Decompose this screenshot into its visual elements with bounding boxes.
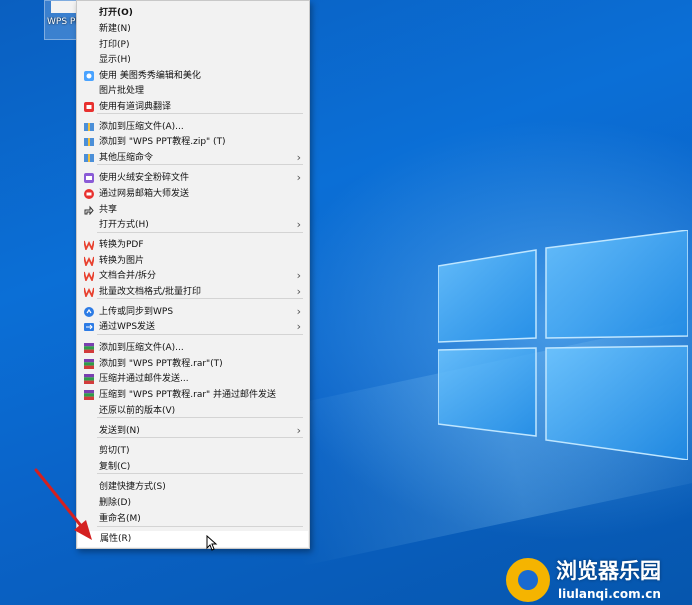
watermark-title: 浏览器乐园 [556, 559, 661, 583]
menu-item[interactable]: 使用 美图秀秀编辑和美化 [77, 68, 309, 84]
menu-item[interactable]: 创建快捷方式(S) [77, 479, 309, 495]
menu-item[interactable]: 打开方式(H) › [77, 217, 309, 233]
menu-item-label: 压缩并通过邮件发送... [99, 374, 189, 384]
menu-item[interactable]: 压缩并通过邮件发送... [77, 371, 309, 387]
menu-item-label: 文档合并/拆分 [99, 271, 157, 281]
menu-item-label: 剪切(T) [99, 446, 130, 456]
wps-send-icon [84, 323, 94, 331]
menu-item[interactable]: 显示(H) [77, 52, 309, 68]
menu-item-label: 打开方式(H) [99, 220, 149, 230]
menu-separator [97, 526, 303, 527]
menu-separator [97, 417, 303, 418]
menu-item-label: 打印(P) [99, 40, 130, 50]
winrar-icon [84, 359, 94, 369]
share-icon [84, 205, 94, 215]
chevron-right-icon: › [296, 320, 301, 333]
wps-icon [84, 256, 94, 266]
menu-item-label: 创建快捷方式(S) [99, 482, 166, 492]
menu-item-label: 转换为图片 [99, 256, 145, 266]
menu-item[interactable]: 添加到压缩文件(A)... [77, 119, 309, 135]
menu-item[interactable]: 图片批处理 [77, 83, 309, 99]
archive-icon [84, 154, 94, 162]
wps-icon [84, 240, 94, 250]
youdao-icon [84, 102, 94, 112]
menu-item-label: 添加到压缩文件(A)... [99, 122, 184, 132]
menu-item-label: 重命名(M) [99, 514, 141, 524]
menu-item[interactable]: 压缩到 "WPS PPT教程.rar" 并通过邮件发送 [77, 387, 309, 403]
menu-item-label: 共享 [99, 205, 118, 215]
winrar-icon [84, 390, 94, 400]
menu-separator [97, 334, 303, 335]
menu-item[interactable]: 使用火绒安全粉碎文件 › [77, 170, 309, 186]
menu-separator [97, 298, 303, 299]
menu-item[interactable]: 添加到压缩文件(A)... [77, 340, 309, 356]
menu-item-label: 图片批处理 [99, 86, 145, 96]
netease-mail-icon [84, 189, 94, 199]
menu-separator [97, 437, 303, 438]
menu-item-label: 使用火绒安全粉碎文件 [99, 173, 190, 183]
archive-icon [84, 123, 94, 131]
menu-item[interactable]: 属性(R) [78, 531, 308, 547]
winrar-icon [84, 343, 94, 353]
menu-separator [97, 473, 303, 474]
menu-item[interactable]: 添加到 "WPS PPT教程.zip" (T) [77, 134, 309, 150]
menu-item[interactable]: 上传或同步到WPS › [77, 304, 309, 320]
huorong-icon [84, 173, 94, 183]
menu-item-label: 新建(N) [99, 24, 131, 34]
wps-icon [84, 287, 94, 297]
menu-item-label: 属性(R) [100, 534, 132, 544]
menu-item[interactable]: 新建(N) [77, 21, 309, 37]
watermark-url: liulanqi.com.cn [558, 587, 661, 601]
menu-item-label: 上传或同步到WPS [99, 307, 174, 317]
wps-icon [84, 271, 94, 281]
menu-item-label: 显示(H) [99, 55, 131, 65]
menu-item-label: 压缩到 "WPS PPT教程.rar" 并通过邮件发送 [99, 390, 277, 400]
windows-logo [438, 230, 688, 460]
chevron-right-icon: › [296, 218, 301, 231]
chevron-right-icon: › [296, 269, 301, 282]
menu-item[interactable]: 删除(D) [77, 495, 309, 511]
menu-item[interactable]: 文档合并/拆分 › [77, 268, 309, 284]
archive-icon [84, 138, 94, 146]
menu-item-label: 添加到压缩文件(A)... [99, 343, 184, 353]
context-menu: 打开(O) 新建(N) 打印(P) 显示(H) 使用 美图秀秀编辑和美化 图片批处理 使用有… [76, 0, 310, 549]
menu-item[interactable]: 添加到 "WPS PPT教程.rar"(T) [77, 356, 309, 372]
menu-item[interactable]: 重命名(M) [77, 511, 309, 527]
menu-item-label: 使用 美图秀秀编辑和美化 [99, 71, 201, 81]
chevron-right-icon: › [296, 305, 301, 318]
mouse-cursor-icon [206, 535, 218, 551]
menu-item-label: 删除(D) [99, 498, 131, 508]
menu-separator [97, 232, 303, 233]
menu-item[interactable]: 共享 [77, 202, 309, 218]
menu-item-label: 打开(O) [99, 8, 133, 18]
menu-item[interactable]: 转换为PDF [77, 237, 309, 253]
menu-separator [97, 113, 303, 114]
menu-item[interactable]: 打开(O) [77, 5, 309, 21]
menu-item[interactable]: 转换为图片 [77, 253, 309, 269]
chevron-right-icon: › [296, 171, 301, 184]
watermark-logo-icon [506, 558, 550, 602]
menu-item-label: 转换为PDF [99, 240, 144, 250]
menu-item-label: 添加到 "WPS PPT教程.rar"(T) [99, 359, 223, 369]
watermark: 浏览器乐园 liulanqi.com.cn [504, 556, 692, 605]
menu-separator [97, 164, 303, 165]
meitu-icon [84, 71, 94, 81]
wps-cloud-icon [84, 307, 94, 317]
menu-item[interactable]: 剪切(T) [77, 443, 309, 459]
winrar-icon [84, 374, 94, 384]
menu-item[interactable]: 打印(P) [77, 37, 309, 53]
menu-item-label: 通过网易邮箱大师发送 [99, 189, 190, 199]
menu-item[interactable]: 通过网易邮箱大师发送 [77, 186, 309, 202]
menu-item[interactable]: 通过WPS发送 › [77, 319, 309, 335]
menu-item-label: 添加到 "WPS PPT教程.zip" (T) [99, 137, 226, 147]
menu-item-label: 通过WPS发送 [99, 322, 156, 332]
